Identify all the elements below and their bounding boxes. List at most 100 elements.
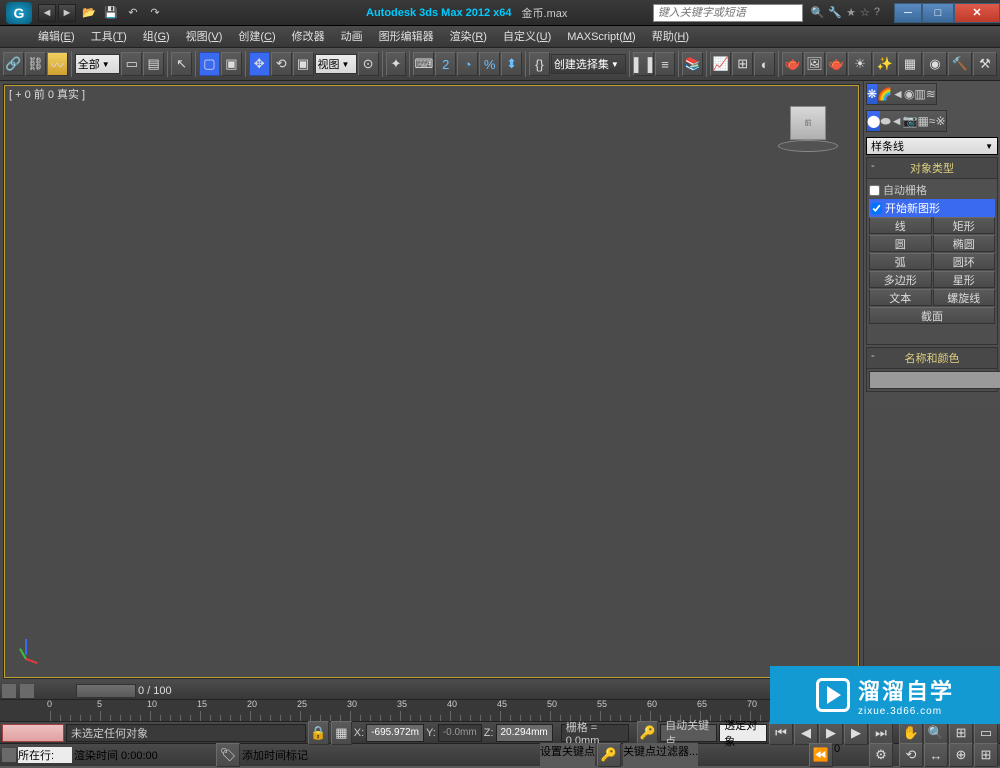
graphite-tab2[interactable]: ✨	[873, 52, 897, 76]
menu-rendering[interactable]: 渲染(R)	[442, 26, 495, 48]
rollout-name-header[interactable]: 名称和颜色	[867, 348, 997, 369]
tab-utilities[interactable]: ≋	[926, 84, 936, 104]
chk-startnewshape[interactable]	[871, 203, 882, 214]
menu-help[interactable]: 帮助(H)	[644, 26, 697, 48]
shape-btn-星形[interactable]: 星形	[933, 271, 996, 288]
shape-btn-圆环[interactable]: 圆环	[933, 253, 996, 270]
tool-snap-percent[interactable]: %	[479, 52, 500, 76]
nav-zoom-all[interactable]: ⊞	[949, 721, 973, 745]
tab-display[interactable]: ▥	[914, 84, 925, 104]
play-next-key[interactable]: ⏭	[869, 721, 893, 745]
time-slider[interactable]	[76, 684, 136, 698]
cat-lights[interactable]: ◄	[891, 111, 903, 131]
shape-btn-圆[interactable]: 圆	[869, 235, 932, 252]
lock-selection[interactable]: 🔒	[308, 721, 329, 745]
window-close[interactable]: ✕	[954, 3, 1000, 23]
menu-tools[interactable]: 工具(T)	[83, 26, 135, 48]
tool-render-frame[interactable]: 🖼	[804, 52, 825, 76]
tool-keyboard-shortcut[interactable]: ⌨	[413, 52, 434, 76]
nav-zoom[interactable]: 🔍	[924, 721, 948, 745]
tool-select-arrow[interactable]: ↖	[171, 52, 192, 76]
key-filters-icon[interactable]: 🔑	[597, 743, 621, 767]
tool-edit-named-sel[interactable]: {}	[529, 52, 550, 76]
selection-lock-combo[interactable]: 透定对象	[719, 724, 767, 742]
help-search[interactable]	[653, 4, 803, 22]
shape-type-dropdown[interactable]: 样条线▼	[866, 137, 998, 155]
cat-shapes[interactable]: ⬬	[880, 111, 890, 131]
tool-pivot[interactable]: ⊙	[358, 52, 379, 76]
tool-select-object[interactable]: ▭	[121, 52, 142, 76]
infocenter-help-icon[interactable]: ?	[874, 6, 880, 19]
nav-fwd[interactable]: ►	[58, 4, 76, 22]
cat-spacewarps[interactable]: ≈	[929, 111, 936, 131]
current-frame[interactable]: 0	[834, 743, 868, 767]
graphite-tab3[interactable]: ▦	[898, 52, 922, 76]
tool-unlink[interactable]: ⛓	[25, 52, 46, 76]
track-toggle[interactable]	[2, 684, 16, 698]
nav-dolly[interactable]: ↔	[924, 743, 948, 767]
shape-btn-椭圆[interactable]: 椭圆	[933, 235, 996, 252]
nav-maximize[interactable]: ⊞	[974, 743, 998, 767]
menu-views[interactable]: 视图(V)	[178, 26, 231, 48]
nav-roll[interactable]: ⊕	[949, 743, 973, 767]
named-selection-set[interactable]: 创建选择集▼	[551, 54, 626, 74]
coord-x[interactable]: -695.972m	[366, 724, 424, 742]
nav-pan[interactable]: ✋	[899, 721, 923, 745]
tab-motion[interactable]: ◉	[904, 84, 914, 104]
menu-animation[interactable]: 动画	[333, 26, 371, 48]
cat-geometry[interactable]: ⬤	[867, 111, 880, 131]
object-name-input[interactable]	[869, 371, 1000, 389]
cat-systems[interactable]: ※	[935, 111, 945, 131]
tool-curve-editor[interactable]: 📈	[710, 52, 731, 76]
nav-back[interactable]: ◄	[38, 4, 56, 22]
menu-edit[interactable]: 编辑(E)	[30, 26, 83, 48]
qat-open[interactable]: 📂	[80, 4, 98, 22]
tool-select-name[interactable]: ▤	[143, 52, 164, 76]
shape-btn-多边形[interactable]: 多边形	[869, 271, 932, 288]
time-config[interactable]: ⚙	[869, 743, 893, 767]
viewport-front[interactable]: [ + 0 前 0 真实 ] 前	[4, 85, 859, 678]
tool-snap-angle[interactable]: ◔	[457, 52, 478, 76]
window-minimize[interactable]: ─	[894, 3, 922, 23]
graphite-tab4[interactable]: ◉	[923, 52, 947, 76]
tool-link[interactable]: 🔗	[3, 52, 24, 76]
nav-fov[interactable]: ▭	[974, 721, 998, 745]
app-logo[interactable]: G	[6, 2, 32, 24]
tool-material-editor[interactable]: ◐	[754, 52, 775, 76]
tab-create[interactable]: ❋	[867, 84, 877, 104]
qat-redo[interactable]: ↷	[146, 4, 164, 22]
tab-modify[interactable]: 🌈	[877, 84, 892, 104]
goto-start[interactable]: ⏪	[809, 743, 833, 767]
play-next-frame[interactable]: ▶	[844, 721, 868, 745]
tool-align[interactable]: ≡	[655, 52, 676, 76]
tool-render-setup[interactable]: 🫖	[782, 52, 803, 76]
coord-z[interactable]: 20.294mm	[496, 724, 553, 742]
menu-create[interactable]: 创建(C)	[230, 26, 283, 48]
cat-cameras[interactable]: 📷	[903, 111, 918, 131]
cat-helpers[interactable]: ▦	[918, 111, 929, 131]
graphite-tab6[interactable]: ⚒	[973, 52, 997, 76]
shape-btn-矩形[interactable]: 矩形	[933, 217, 996, 234]
graphite-tab1[interactable]: ☀	[848, 52, 872, 76]
tool-select-rotate[interactable]: ⟲	[271, 52, 292, 76]
tool-select-region[interactable]: ▢	[199, 52, 220, 76]
tool-spinner-snap[interactable]: ⬍	[501, 52, 522, 76]
nav-orbit[interactable]: ⟲	[899, 743, 923, 767]
infocenter-star-icon[interactable]: ★	[846, 6, 856, 19]
set-key-button[interactable]: 设置关键点	[540, 743, 595, 767]
shape-btn-螺旋线[interactable]: 螺旋线	[933, 289, 996, 306]
tool-layers[interactable]: 📚	[682, 52, 703, 76]
coord-y[interactable]: -0.0mm	[438, 724, 482, 742]
tool-window-crossing[interactable]: ▣	[221, 52, 242, 76]
shape-btn-线[interactable]: 线	[869, 217, 932, 234]
abs-rel-toggle[interactable]: ▦	[331, 721, 352, 745]
chk-autogrid[interactable]	[869, 185, 880, 196]
infocenter-search-icon[interactable]: 🔍	[811, 6, 825, 19]
menu-grapheditors[interactable]: 图形编辑器	[371, 26, 442, 48]
tool-mirror[interactable]: ▌▐	[633, 52, 654, 76]
viewport-label[interactable]: [ + 0 前 0 真实 ]	[9, 86, 85, 102]
tool-select-scale[interactable]: ▣	[293, 52, 314, 76]
tab-hierarchy[interactable]: ◄	[892, 84, 904, 104]
tool-snap-2d[interactable]: 2	[435, 52, 456, 76]
window-maximize[interactable]: □	[922, 3, 954, 23]
